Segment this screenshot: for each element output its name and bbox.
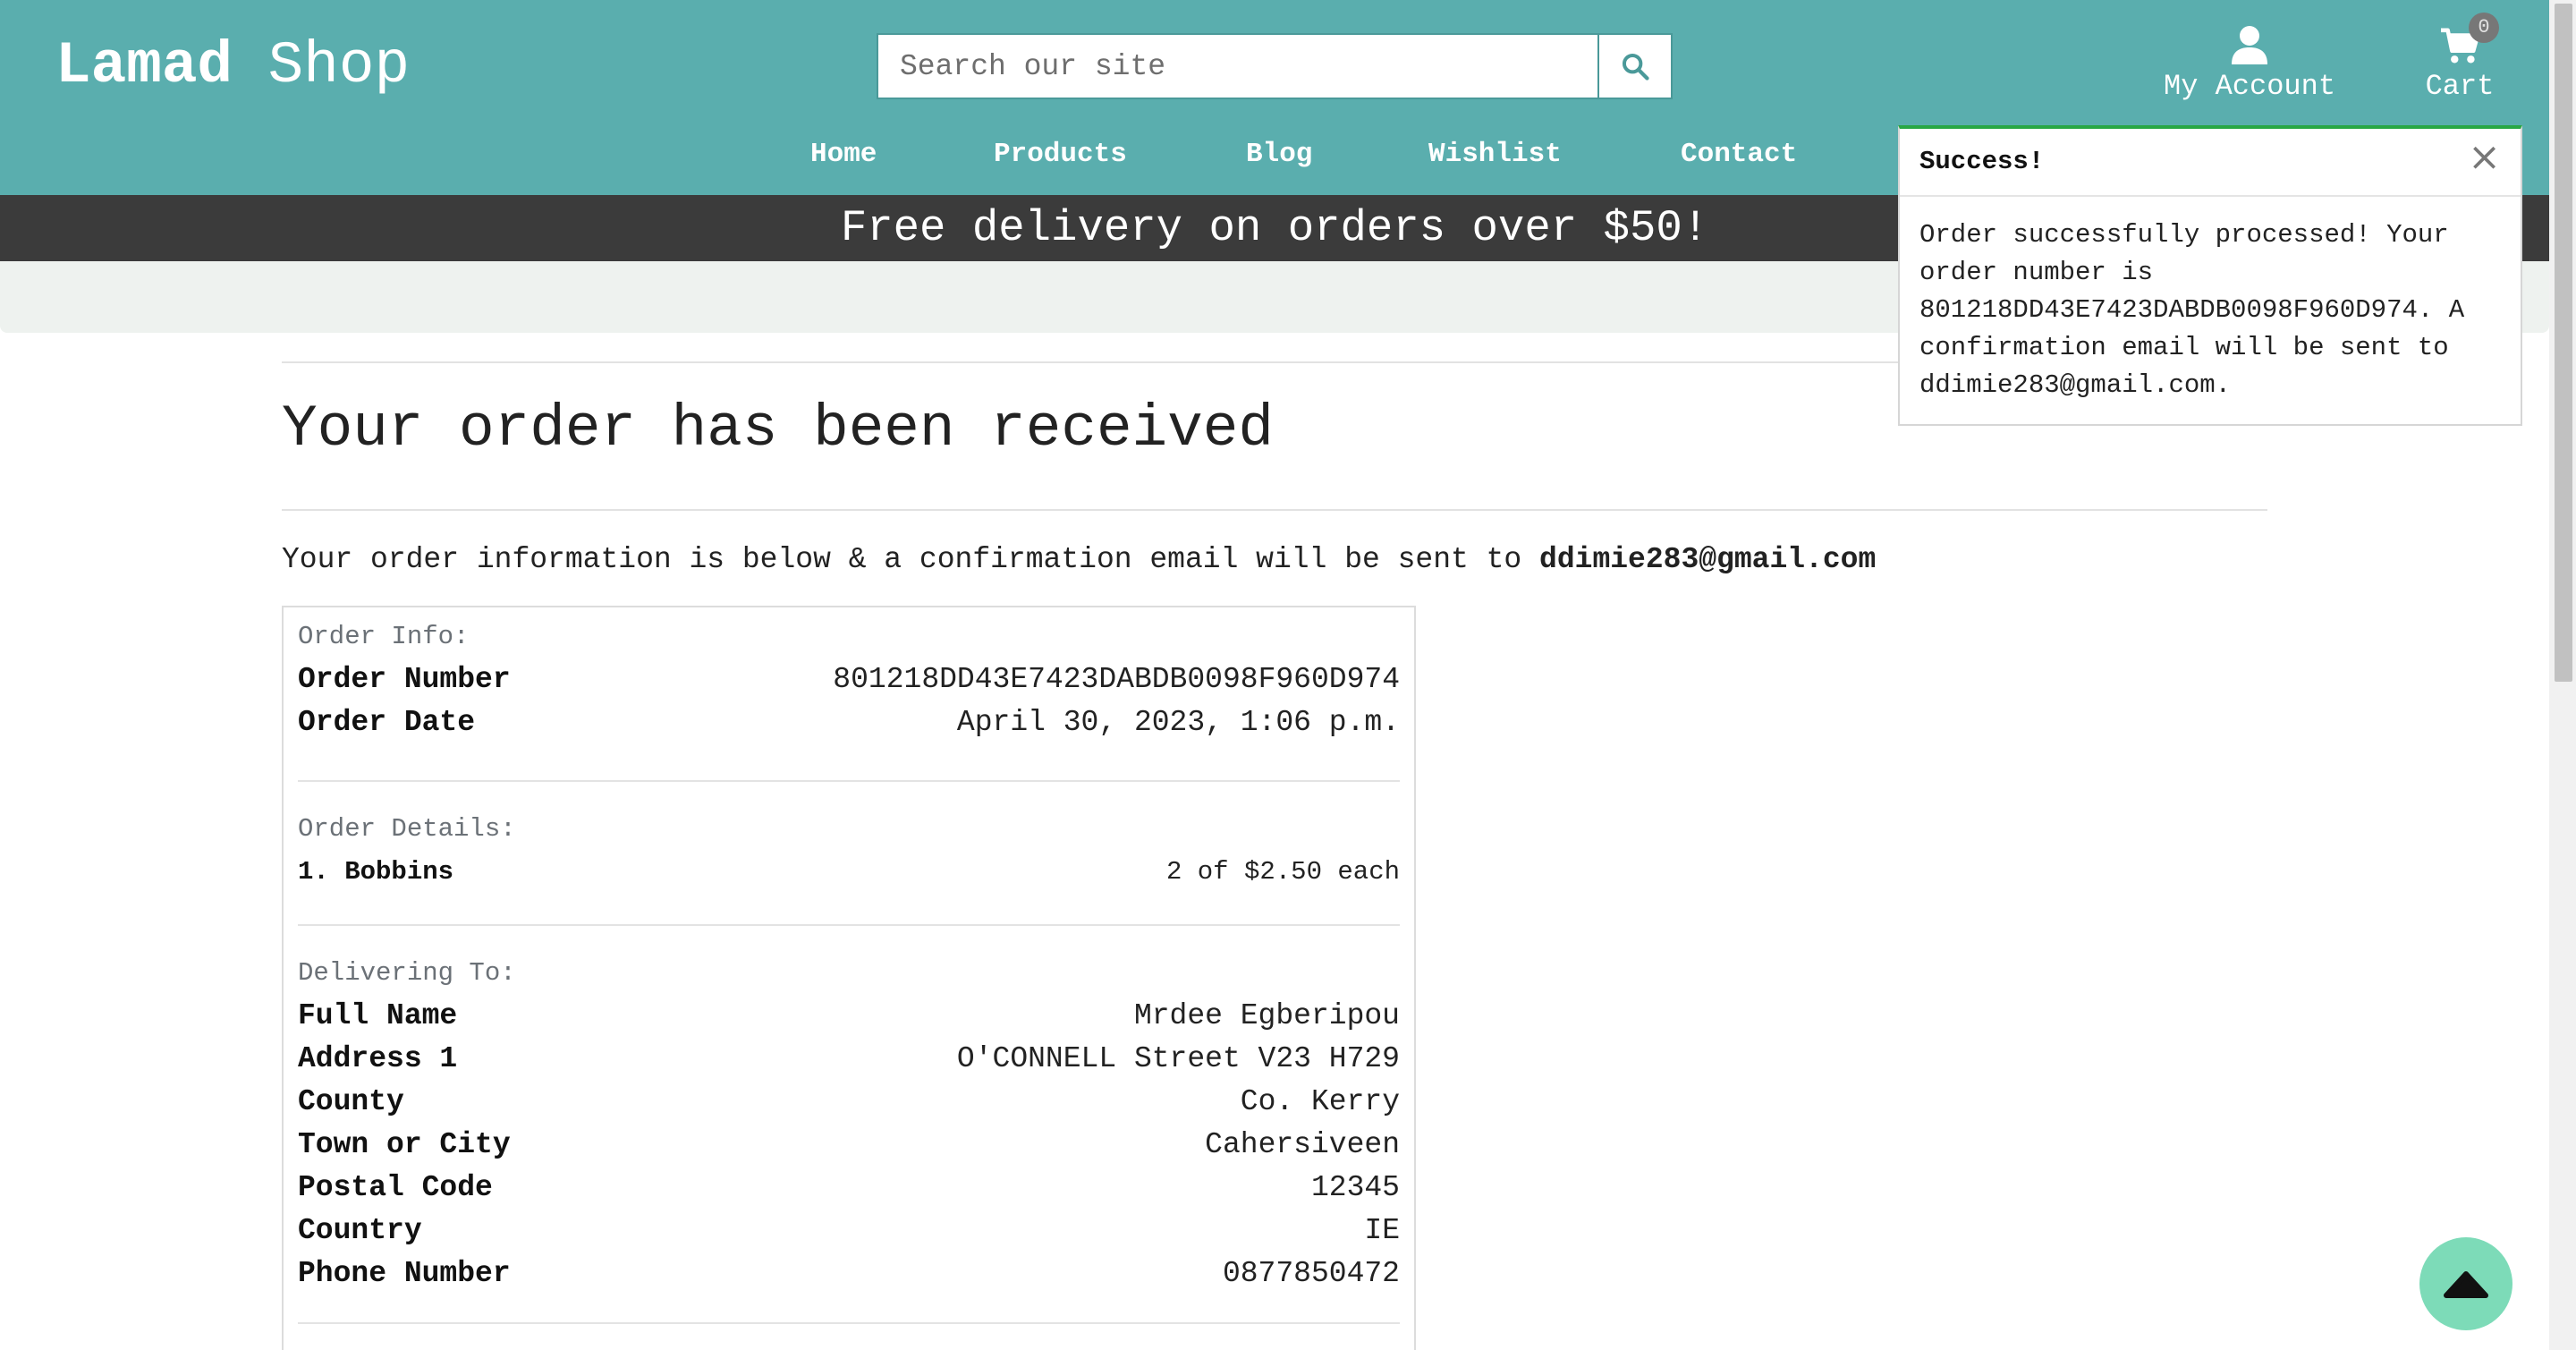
row-key: Full Name <box>298 999 458 1032</box>
delivery-row: Country IE <box>298 1210 1400 1252</box>
user-icon <box>2232 26 2267 64</box>
intro-text: Your order information is below & a conf… <box>282 543 1540 576</box>
row-value: 0877850472 <box>1222 1257 1400 1290</box>
toast-line: Order successfully processed! Your <box>1919 220 2449 250</box>
row-key: Order Date <box>298 706 476 739</box>
toast-line: order number is <box>1919 258 2154 287</box>
nav-contact[interactable]: Contact <box>1681 139 1797 170</box>
row-value: Cahersiveen <box>1205 1128 1400 1161</box>
section-title: Delivering To: <box>298 958 516 988</box>
order-summary-card: Order Info: Order Number 801218DD43E7423… <box>282 606 1416 1350</box>
caret-up-icon <box>2444 1271 2488 1298</box>
section-title: Order Info: <box>298 622 470 651</box>
toast-body: Order successfully processed! Your order… <box>1900 197 2521 424</box>
cart-count-badge: 0 <box>2469 13 2499 43</box>
nav-products[interactable]: Products <box>994 139 1127 170</box>
intro-email: ddimie283@gmail.com <box>1539 543 1877 576</box>
delivery-row: Postal Code 12345 <box>298 1167 1400 1210</box>
order-date-row: Order Date April 30, 2023, 1:06 p.m. <box>298 701 1400 744</box>
row-value: 2 of $2.50 each <box>1165 857 1400 887</box>
row-key: Order Number <box>298 663 511 696</box>
row-key: Phone Number <box>298 1257 511 1290</box>
row-value: Co. Kerry <box>1240 1085 1400 1118</box>
delivery-row: Full Name Mrdee Egberipou <box>298 995 1400 1038</box>
row-value: 12345 <box>1310 1171 1400 1204</box>
nav-blog[interactable]: Blog <box>1246 139 1312 170</box>
search-icon <box>1622 53 1649 81</box>
row-key: Town or City <box>298 1128 511 1161</box>
row-key: County <box>298 1085 404 1118</box>
page-scrollbar[interactable] <box>2549 0 2576 1350</box>
order-item-row: 1. Bobbins 2 of $2.50 each <box>298 851 1400 894</box>
row-value: 801218DD43E7423DABDB0098F960D974 <box>833 663 1400 696</box>
row-key: 1. Bobbins <box>298 857 454 887</box>
cart-label: Cart <box>2425 70 2495 103</box>
success-toast: Success! × Order successfully processed!… <box>1898 125 2522 426</box>
delivery-row: County Co. Kerry <box>298 1081 1400 1124</box>
back-to-top-button[interactable] <box>2419 1237 2512 1330</box>
logo-bold: Lamad <box>55 32 233 99</box>
page: Lamad Shop My Account <box>0 0 2549 1350</box>
divider <box>298 1322 1400 1324</box>
row-key: Postal Code <box>298 1171 493 1204</box>
nav-home[interactable]: Home <box>810 139 877 170</box>
divider <box>282 509 2267 511</box>
nav-wishlist[interactable]: Wishlist <box>1428 139 1562 170</box>
delivery-row: Address 1 O'CONNELL Street V23 H729 <box>298 1038 1400 1081</box>
toast-line: confirmation email will be sent to <box>1919 333 2449 362</box>
row-value: April 30, 2023, 1:06 p.m. <box>956 706 1400 739</box>
search-input[interactable] <box>878 35 1567 98</box>
cart-link[interactable]: 0 Cart <box>2406 13 2513 103</box>
scrollbar-thumb[interactable] <box>2555 4 2572 682</box>
row-value: IE <box>1364 1214 1400 1247</box>
delivery-row: Phone Number 0877850472 <box>298 1252 1400 1295</box>
logo-text: Shop <box>267 32 411 99</box>
search-button[interactable] <box>1597 33 1673 99</box>
row-value: Mrdee Egberipou <box>1133 999 1400 1032</box>
toast-line: ddimie283@gmail.com. <box>1919 370 2232 400</box>
delivery-section: Delivering To: Full Name Mrdee Egberipou… <box>298 926 1400 1295</box>
my-account-label: My Account <box>2163 70 2336 103</box>
toast-line: 801218DD43E7423DABDB0098F960D974. A <box>1919 295 2465 325</box>
row-key: Address 1 <box>298 1042 458 1075</box>
toast-title: Success! <box>1919 147 2045 176</box>
order-info-section: Order Info: Order Number 801218DD43E7423… <box>298 607 1400 744</box>
toast-header: Success! × <box>1900 129 2521 197</box>
section-title: Order Details: <box>298 814 516 844</box>
search-box <box>877 33 1599 99</box>
order-intro: Your order information is below & a conf… <box>282 543 2267 576</box>
order-details-section: Order Details: 1. Bobbins 2 of $2.50 eac… <box>298 782 1400 894</box>
my-account-link[interactable]: My Account <box>2147 18 2352 103</box>
close-icon[interactable]: × <box>2468 138 2501 177</box>
site-logo[interactable]: Lamad Shop <box>55 32 410 99</box>
order-number-row: Order Number 801218DD43E7423DABDB0098F96… <box>298 658 1400 701</box>
row-value: O'CONNELL Street V23 H729 <box>956 1042 1400 1075</box>
row-key: Country <box>298 1214 422 1247</box>
delivery-row: Town or City Cahersiveen <box>298 1124 1400 1167</box>
